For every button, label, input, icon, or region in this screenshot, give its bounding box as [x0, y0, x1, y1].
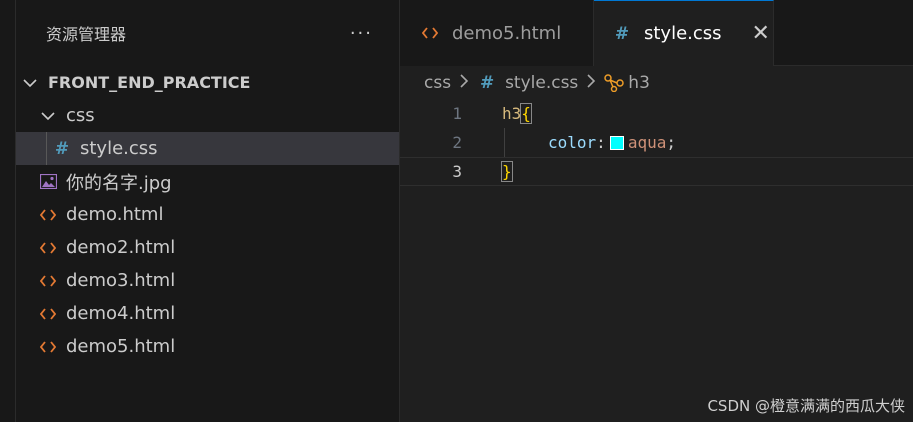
open-brace: { — [520, 103, 532, 124]
code-editor[interactable]: 1 h3{ 2 color: aqua; 3 } — [400, 99, 913, 186]
line-number: 1 — [452, 104, 462, 123]
breadcrumb-folder[interactable]: css — [424, 73, 451, 93]
color-swatch[interactable] — [609, 136, 624, 150]
file-row-html[interactable]: demo3.html — [16, 264, 399, 297]
file-label: demo.html — [66, 204, 164, 225]
explorer-title: 资源管理器 — [46, 25, 127, 44]
image-file-icon — [38, 174, 58, 189]
file-label: demo3.html — [66, 270, 176, 291]
file-label: style.css — [80, 138, 158, 159]
css-hash-icon: # — [614, 23, 630, 44]
project-folder-label: FRONT_END_PRACTICE — [48, 73, 251, 92]
file-row-html[interactable]: demo2.html — [16, 231, 399, 264]
code-text: } — [501, 161, 513, 182]
chevron-down-icon — [22, 75, 38, 91]
watermark: CSDN @橙意满满的西瓜大侠 — [707, 397, 905, 415]
file-label: demo5.html — [66, 336, 176, 357]
chevron-right-icon — [586, 73, 596, 92]
html-file-icon — [38, 274, 58, 288]
symbol-class-icon — [604, 73, 625, 92]
explorer-header: 资源管理器 ··· — [16, 0, 399, 66]
chevron-right-icon — [459, 73, 469, 92]
file-label: demo2.html — [66, 237, 176, 258]
breadcrumb-file[interactable]: style.css — [505, 73, 578, 93]
tab-style-css[interactable]: # style.css ✕ — [594, 0, 774, 66]
folder-row-css[interactable]: css — [16, 99, 399, 132]
indent-guide — [504, 128, 505, 157]
file-row-image[interactable]: 你的名字.jpg — [16, 165, 399, 198]
explorer-sidebar: 资源管理器 ··· FRONT_END_PRACTICE css # style… — [16, 0, 400, 422]
css-hash-icon: # — [479, 72, 495, 93]
breadcrumb: css # style.css h3 — [400, 66, 913, 99]
html-file-icon — [38, 208, 58, 222]
close-icon[interactable]: ✕ — [752, 21, 770, 46]
code-line[interactable]: 1 h3{ — [400, 99, 913, 128]
html-file-icon — [38, 307, 58, 321]
code-text: color: aqua; — [548, 133, 676, 152]
file-row-html[interactable]: demo4.html — [16, 297, 399, 330]
html-file-icon — [38, 241, 58, 255]
file-label: demo4.html — [66, 303, 176, 324]
tab-bar: demo5.html # style.css ✕ — [400, 0, 913, 66]
editor-area: demo5.html # style.css ✕ css # style.css… — [400, 0, 913, 422]
semicolon: ; — [666, 133, 676, 152]
line-number: 3 — [452, 162, 462, 181]
css-hash-icon: # — [54, 138, 70, 159]
code-line[interactable]: 2 color: aqua; — [400, 128, 913, 157]
indent-guide — [46, 132, 47, 165]
more-actions-icon[interactable]: ··· — [350, 23, 373, 44]
line-number: 2 — [452, 133, 462, 152]
tab-demo5-html[interactable]: demo5.html — [400, 0, 594, 66]
css-property: color — [548, 133, 597, 152]
html-file-icon — [420, 26, 440, 40]
code-line-current[interactable]: 3 } — [400, 157, 913, 186]
folder-label: css — [66, 105, 95, 126]
css-selector: h3 — [502, 104, 522, 123]
code-text: h3{ — [502, 103, 532, 124]
close-brace: } — [501, 161, 513, 182]
tab-label: style.css — [644, 23, 722, 44]
breadcrumb-symbol[interactable]: h3 — [628, 73, 650, 93]
colon: : — [596, 133, 606, 152]
project-folder-row[interactable]: FRONT_END_PRACTICE — [16, 66, 399, 99]
css-value: aqua — [627, 133, 667, 152]
chevron-down-icon — [40, 108, 56, 124]
tab-label: demo5.html — [452, 22, 562, 44]
file-label: 你的名字.jpg — [66, 172, 172, 194]
file-row-style-css[interactable]: # style.css — [16, 132, 399, 165]
file-row-html[interactable]: demo5.html — [16, 330, 399, 363]
file-row-html[interactable]: demo.html — [16, 198, 399, 231]
activity-bar — [0, 0, 16, 422]
html-file-icon — [38, 340, 58, 354]
